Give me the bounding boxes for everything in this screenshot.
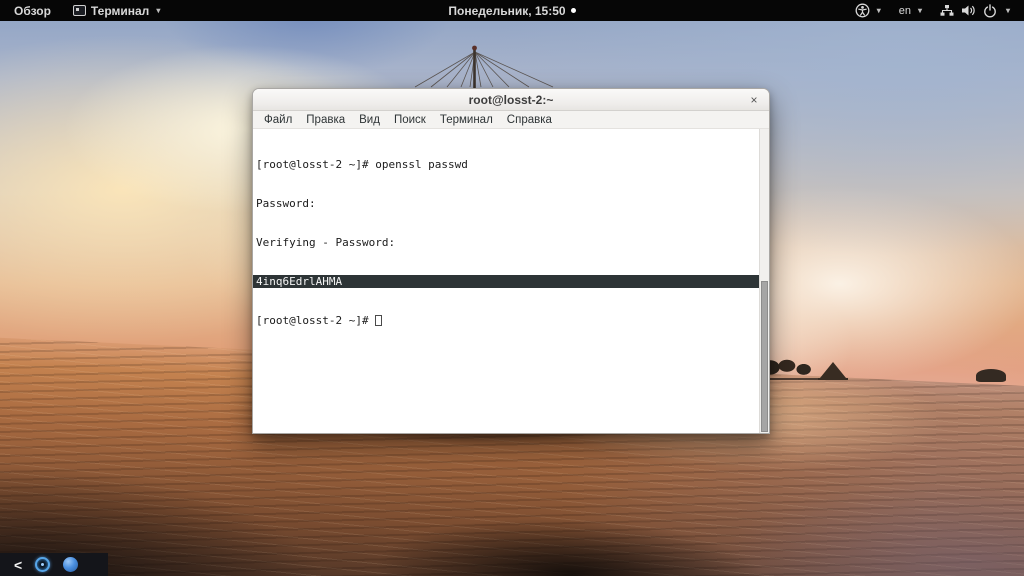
clock-button[interactable]: Понедельник, 15:50 bbox=[444, 0, 579, 21]
blue-ring-app-icon[interactable] bbox=[35, 557, 51, 572]
hut-base-silhouette bbox=[818, 378, 848, 380]
menu-file[interactable]: Файл bbox=[257, 111, 299, 129]
terminal-menubar: Файл Правка Вид Поиск Терминал Справка bbox=[253, 111, 769, 129]
keyboard-layout-menu[interactable]: en ▾ bbox=[895, 0, 926, 21]
activities-button[interactable]: Обзор bbox=[10, 0, 55, 21]
activities-label: Обзор bbox=[14, 3, 51, 18]
close-button[interactable]: × bbox=[745, 89, 763, 111]
app-menu-label: Терминал bbox=[90, 3, 150, 18]
chevron-down-icon: ▾ bbox=[917, 6, 922, 15]
terminal-cursor bbox=[375, 315, 383, 326]
notification-dot bbox=[570, 8, 576, 13]
system-menu[interactable]: ▾ bbox=[936, 0, 1014, 21]
blue-sphere-app-icon[interactable] bbox=[63, 557, 79, 572]
accessibility-icon bbox=[855, 3, 870, 18]
chevron-left-icon[interactable]: < bbox=[14, 558, 22, 572]
pier-silhouette bbox=[764, 378, 820, 380]
top-bar: Обзор Терминал ▾ Понедельник, 15:50 ▾ en… bbox=[0, 0, 1024, 21]
scrollbar-thumb[interactable] bbox=[761, 281, 768, 432]
terminal-line-highlighted: 4inq6EdrlAHMA bbox=[253, 275, 759, 288]
terminal-line: Password: bbox=[256, 197, 316, 210]
bottom-dock: < bbox=[0, 553, 108, 576]
boat-mast-silhouette bbox=[414, 45, 554, 88]
terminal-scrollbar[interactable] bbox=[759, 129, 769, 433]
menu-terminal[interactable]: Терминал bbox=[433, 111, 500, 129]
menu-search[interactable]: Поиск bbox=[387, 111, 433, 129]
chevron-down-icon: ▾ bbox=[1005, 6, 1010, 15]
terminal-window: root@losst-2:~ × Файл Правка Вид Поиск Т… bbox=[252, 88, 770, 434]
menu-edit[interactable]: Правка bbox=[299, 111, 352, 129]
terminal-prompt-line: [root@losst-2 ~]# bbox=[256, 314, 757, 327]
desktop: Обзор Терминал ▾ Понедельник, 15:50 ▾ en… bbox=[0, 0, 1024, 576]
volume-icon bbox=[961, 5, 975, 16]
clock-label: Понедельник, 15:50 bbox=[448, 3, 566, 18]
chevron-down-icon: ▾ bbox=[156, 6, 161, 15]
menu-view[interactable]: Вид bbox=[352, 111, 387, 129]
window-titlebar[interactable]: root@losst-2:~ × bbox=[253, 89, 769, 111]
app-menu-terminal[interactable]: Терминал ▾ bbox=[69, 0, 164, 21]
chevron-down-icon: ▾ bbox=[876, 6, 881, 15]
far-island-silhouette bbox=[976, 369, 1006, 382]
terminal-line: Verifying - Password: bbox=[256, 236, 396, 249]
menu-help[interactable]: Справка bbox=[500, 111, 559, 129]
power-icon bbox=[984, 3, 996, 17]
window-title: root@losst-2:~ bbox=[468, 92, 554, 107]
network-wired-icon bbox=[940, 5, 954, 16]
keyboard-layout-label: en bbox=[898, 4, 911, 17]
terminal-line: [root@losst-2 ~]# openssl passwd bbox=[256, 158, 468, 171]
hut-silhouette bbox=[820, 362, 846, 378]
terminal-app-icon bbox=[72, 5, 86, 16]
terminal-output[interactable]: [root@losst-2 ~]# openssl passwd Passwor… bbox=[253, 129, 769, 433]
accessibility-menu[interactable]: ▾ bbox=[851, 0, 885, 21]
